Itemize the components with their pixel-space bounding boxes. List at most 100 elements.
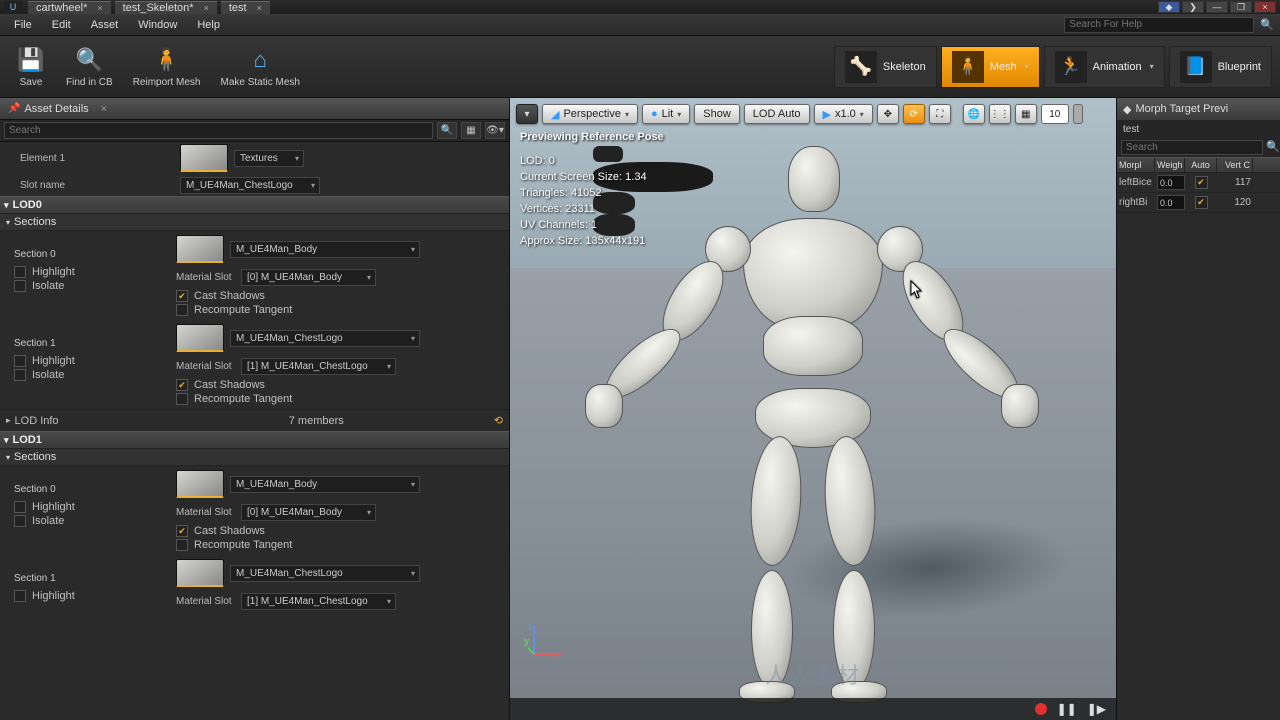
mode-mesh-button[interactable]: 🧍Mesh▾ [941,46,1040,88]
material-thumb[interactable] [176,324,224,352]
grid-icon[interactable]: ▦ [1015,104,1037,124]
playback-speed-button[interactable]: ▶x1.0▾ [814,104,873,124]
material-slot-dropdown[interactable]: [0] M_UE4Man_Body [241,504,376,521]
highlight-checkbox[interactable] [14,355,26,367]
recompute-tangent-checkbox[interactable] [176,393,188,405]
auto-checkbox[interactable]: ✔ [1195,196,1208,209]
search-icon[interactable]: 🔍 [1263,140,1280,155]
show-button[interactable]: Show [694,104,740,124]
textures-dropdown[interactable]: Textures [234,150,304,167]
morph-target-tab[interactable]: ◆Morph Target Previ [1117,98,1280,120]
material-dropdown[interactable]: M_UE4Man_ChestLogo [230,330,420,347]
snap-icon[interactable]: ⋮⋮ [989,104,1011,124]
scale-tool-icon[interactable]: ⛶ [929,104,951,124]
material-dropdown[interactable]: M_UE4Man_ChestLogo [230,565,420,582]
material-thumb[interactable] [180,144,228,172]
pause-icon[interactable]: ❚❚ [1057,702,1077,716]
menu-asset[interactable]: Asset [83,17,127,33]
col-name[interactable]: Morpl [1117,158,1155,172]
material-dropdown[interactable]: M_UE4Man_Body [230,241,420,258]
close-window-button[interactable]: × [1254,1,1276,13]
material-thumb[interactable] [176,235,224,263]
chevron-down-icon[interactable]: ▾ [1150,62,1154,71]
menu-help[interactable]: Help [189,17,228,33]
search-icon[interactable]: 🔍 [1260,18,1274,31]
world-space-icon[interactable]: 🌐 [963,104,985,124]
weight-spinner[interactable]: 0.0 [1157,175,1185,190]
col-auto[interactable]: Auto [1185,158,1217,172]
viewport-scroll[interactable] [1073,104,1083,124]
chevron-down-icon[interactable]: ▾ [1025,62,1029,71]
close-icon[interactable]: × [101,103,107,115]
lod1-sections-header[interactable]: ▾Sections [0,449,509,466]
rotate-tool-icon[interactable]: ⟳ [903,104,925,124]
highlight-checkbox[interactable] [14,266,26,278]
lit-button[interactable]: ●Lit▾ [642,104,690,124]
grid-size-input[interactable]: 10 [1041,104,1069,124]
save-button[interactable]: 💾Save [6,39,56,95]
morph-search-input[interactable] [1121,140,1263,155]
isolate-checkbox[interactable] [14,280,26,292]
material-slot-dropdown[interactable]: [0] M_UE4Man_Body [241,269,376,286]
material-thumb[interactable] [176,559,224,587]
lod0-header[interactable]: ▾LOD0 [0,196,509,214]
doc-tab-test[interactable]: test× [221,1,270,14]
cast-shadows-checkbox[interactable]: ✔ [176,379,188,391]
col-weight[interactable]: Weigh [1155,158,1185,172]
morph-row[interactable]: leftBice 0.0 ✔ 117 [1117,173,1280,193]
find-in-cb-button[interactable]: 🔍Find in CB [56,39,123,95]
close-icon[interactable]: × [97,3,102,13]
eye-icon[interactable]: 👁▾ [485,122,505,139]
doc-tab-cartwheel[interactable]: cartwheel*× [28,1,111,14]
mode-animation-button[interactable]: 🏃Animation▾ [1044,46,1165,88]
menu-window[interactable]: Window [130,17,185,33]
material-slot-dropdown[interactable]: [1] M_UE4Man_ChestLogo [241,358,396,375]
weight-spinner[interactable]: 0.0 [1157,195,1185,210]
close-icon[interactable]: × [204,3,209,13]
highlight-checkbox[interactable] [14,501,26,513]
step-icon[interactable]: ❚▶ [1087,702,1106,716]
recompute-tangent-checkbox[interactable] [176,539,188,551]
material-dropdown[interactable]: M_UE4Man_Body [230,476,420,493]
notify-icon[interactable]: ◆ [1158,1,1180,13]
material-thumb[interactable] [176,470,224,498]
move-tool-icon[interactable]: ✥ [877,104,899,124]
viewport-options-button[interactable]: ▾ [516,104,538,124]
grid-view-icon[interactable]: ▦ [461,122,481,139]
doc-tab-skeleton[interactable]: test_Skeleton*× [115,1,217,14]
lod-auto-button[interactable]: LOD Auto [744,104,810,124]
lod1-header[interactable]: ▾LOD1 [0,431,509,449]
viewport[interactable]: ▾ ◢Perspective▾ ●Lit▾ Show LOD Auto ▶x1.… [510,98,1116,720]
help-search-input[interactable] [1064,17,1254,33]
auto-checkbox[interactable]: ✔ [1195,176,1208,189]
details-search-input[interactable] [4,122,433,139]
reimport-mesh-button[interactable]: 🧍Reimport Mesh [123,39,211,95]
morph-row[interactable]: rightBi 0.0 ✔ 120 [1117,193,1280,213]
isolate-checkbox[interactable] [14,515,26,527]
highlight-checkbox[interactable] [14,590,26,602]
menu-file[interactable]: File [6,17,40,33]
isolate-checkbox[interactable] [14,369,26,381]
recompute-tangent-checkbox[interactable] [176,304,188,316]
slot-name-field[interactable]: M_UE4Man_ChestLogo [180,177,320,194]
cast-shadows-checkbox[interactable]: ✔ [176,525,188,537]
record-icon[interactable] [1035,703,1047,715]
minimize-button[interactable]: — [1206,1,1228,13]
perspective-button[interactable]: ◢Perspective▾ [542,104,638,124]
material-slot-dropdown[interactable]: [1] M_UE4Man_ChestLogo [241,593,396,610]
pin-icon[interactable]: 📌 [8,103,20,114]
mode-blueprint-button[interactable]: 📘Blueprint [1169,46,1272,88]
cast-shadows-checkbox[interactable]: ✔ [176,290,188,302]
menu-edit[interactable]: Edit [44,17,79,33]
asset-details-tab[interactable]: 📌 Asset Details × [0,98,509,120]
search-icon[interactable]: 🔍 [437,122,457,139]
console-icon[interactable]: ❯ [1182,1,1204,13]
lod-info-row[interactable]: ▸LOD Info7 members⟲ [0,409,509,431]
mode-skeleton-button[interactable]: 🦴Skeleton [834,46,937,88]
maximize-button[interactable]: ❐ [1230,1,1252,13]
make-static-mesh-button[interactable]: ⌂Make Static Mesh [211,39,310,95]
reset-icon[interactable]: ⟲ [494,414,503,427]
col-verts[interactable]: Vert C [1217,158,1253,172]
lod0-sections-header[interactable]: ▾Sections [0,214,509,231]
close-icon[interactable]: × [257,3,262,13]
